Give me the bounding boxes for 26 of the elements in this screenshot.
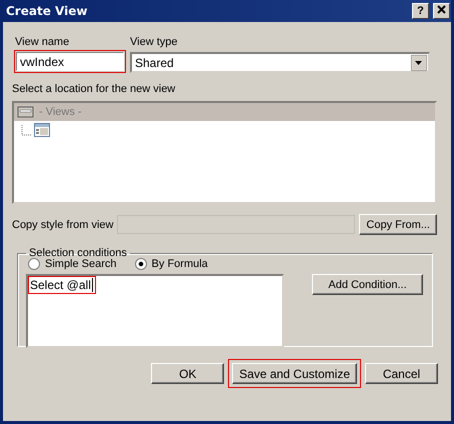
formula-text: Select @all bbox=[29, 277, 95, 293]
location-label: Select a location for the new view bbox=[12, 83, 176, 95]
radio-option[interactable]: By Formula bbox=[134, 258, 208, 270]
radio-button[interactable] bbox=[134, 258, 147, 270]
save-button[interactable]: Save and Customize bbox=[232, 363, 357, 384]
group-legend: Selection conditions bbox=[26, 247, 130, 259]
view-icon bbox=[34, 123, 50, 137]
help-button[interactable]: ? bbox=[412, 3, 429, 19]
view-type-dropdown[interactable]: Shared bbox=[130, 52, 430, 73]
radio-option[interactable]: Simple Search bbox=[28, 258, 117, 270]
view-name-label: View name bbox=[15, 36, 70, 48]
tree-connector-icon bbox=[21, 125, 33, 137]
dropdown-arrow-icon[interactable] bbox=[411, 54, 427, 70]
copy-style-label: Copy style from view bbox=[12, 218, 114, 230]
close-button[interactable] bbox=[433, 3, 450, 19]
folder-icon bbox=[17, 105, 35, 119]
close-icon bbox=[437, 5, 446, 14]
ok-button[interactable]: OK bbox=[151, 363, 224, 384]
cancel-button[interactable]: Cancel bbox=[365, 363, 438, 384]
view-name-field[interactable]: vwIndex bbox=[16, 52, 124, 71]
copy-from-button[interactable]: Copy From... bbox=[359, 214, 437, 235]
radio-button[interactable] bbox=[28, 258, 40, 270]
window-title: Create View bbox=[6, 4, 88, 18]
formula-field[interactable]: Select @all bbox=[26, 274, 284, 348]
add-condition-button[interactable]: Add Condition... bbox=[312, 274, 423, 295]
view-type-label: View type bbox=[130, 36, 178, 48]
